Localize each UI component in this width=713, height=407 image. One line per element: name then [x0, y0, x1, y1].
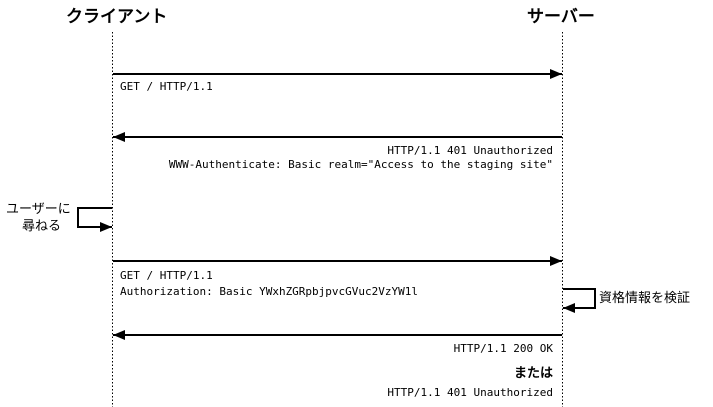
response-401-www-authenticate-header: WWW-Authenticate: Basic realm="Access to… — [168, 158, 553, 171]
client-note-line-1: ユーザーに — [6, 202, 71, 217]
server-note: 資格情報を検証 — [599, 291, 691, 306]
server-self-arrow — [563, 288, 596, 313]
alternative-separator-label: または — [513, 366, 553, 381]
client-note-line-2: 尋ねる — [22, 219, 62, 234]
request-auth-authorization-header: Authorization: Basic YWxhZGRpbjpvcGVuc2V… — [120, 285, 419, 298]
sequence-diagram — [77, 32, 596, 407]
response-200-status-line: HTTP/1.1 200 OK — [453, 342, 553, 355]
alternative-401-status-line: HTTP/1.1 401 Unauthorized — [387, 386, 553, 399]
request-1-line-1: GET / HTTP/1.1 — [120, 80, 213, 93]
response-401-status-line: HTTP/1.1 401 Unauthorized — [387, 144, 553, 157]
client-self-arrow — [77, 207, 112, 232]
request-auth-line-1: GET / HTTP/1.1 — [120, 269, 213, 282]
